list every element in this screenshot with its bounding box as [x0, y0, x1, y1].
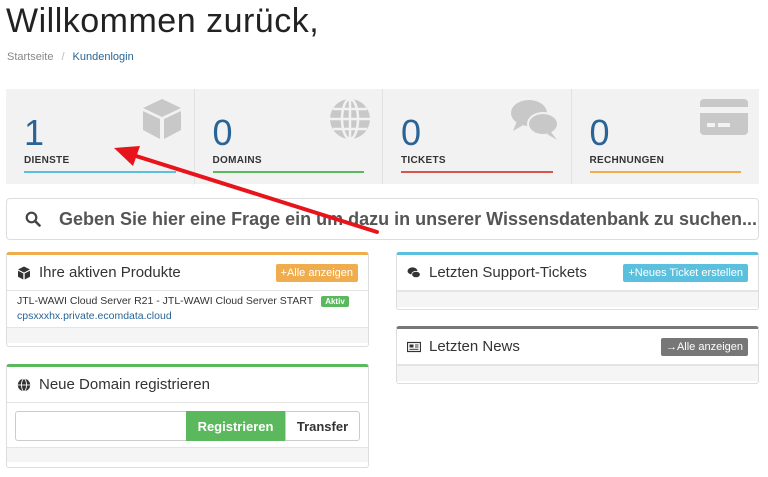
cube-icon — [142, 99, 181, 139]
cube-icon — [18, 266, 30, 279]
domain-register-footer — [7, 447, 368, 462]
news-footer — [397, 365, 758, 381]
news-panel: Letzten News →Alle anzeigen — [396, 326, 759, 384]
support-tickets-footer — [397, 291, 758, 307]
domain-input[interactable] — [15, 411, 186, 441]
globe-icon — [330, 97, 370, 141]
page-title: Willkommen zurück, — [6, 2, 320, 40]
stat-invoices-bar — [589, 171, 741, 173]
breadcrumb-separator: / — [61, 51, 65, 63]
active-products-title: Ihre aktiven Produkte — [39, 264, 181, 281]
view-all-products-button[interactable]: +Alle anzeigen — [275, 263, 358, 282]
news-header: Letzten News →Alle anzeigen — [397, 329, 758, 365]
domain-register-title: Neue Domain registrieren — [39, 376, 210, 393]
stat-domains[interactable]: 0 DOMAINS — [195, 89, 383, 184]
stat-tickets-bar — [401, 171, 553, 173]
stat-domains-bar — [212, 171, 364, 173]
product-list: JTL-WAWI Cloud Server R21 - JTL-WAWI Clo… — [7, 291, 368, 327]
stat-invoices-count: 0 — [589, 112, 610, 153]
knowledgebase-search[interactable]: Geben Sie hier eine Frage ein um dazu in… — [6, 198, 759, 240]
stat-invoices-label: RECHNUNGEN — [589, 155, 665, 166]
stat-services[interactable]: 1 DIENSTE — [6, 89, 195, 184]
status-badge: Aktiv — [321, 295, 349, 307]
register-button[interactable]: Registrieren — [186, 411, 285, 441]
domain-form: Registrieren Transfer — [7, 403, 368, 447]
stat-domains-label: DOMAINS — [212, 155, 262, 166]
active-products-panel: Ihre aktiven Produkte +Alle anzeigen JTL… — [6, 252, 369, 347]
domain-register-panel: Neue Domain registrieren Registrieren Tr… — [6, 364, 369, 468]
product-name: JTL-WAWI Cloud Server R21 - JTL-WAWI Clo… — [17, 295, 314, 307]
view-all-products-label: Alle anzeigen — [286, 266, 353, 279]
news-title: Letzten News — [429, 338, 520, 355]
product-item[interactable]: JTL-WAWI Cloud Server R21 - JTL-WAWI Clo… — [17, 295, 358, 307]
stat-services-count: 1 — [24, 112, 45, 153]
search-input[interactable]: Geben Sie hier eine Frage ein um dazu in… — [59, 209, 757, 230]
stat-services-bar — [24, 171, 176, 173]
stats-bar: 1 DIENSTE 0 DOMAINS 0 TICKETS 0 RECHNUNG… — [6, 89, 759, 184]
newspaper-icon — [407, 341, 421, 352]
view-all-news-button[interactable]: →Alle anzeigen — [660, 337, 748, 356]
view-all-news-label: Alle anzeigen — [676, 340, 743, 353]
support-tickets-panel: Letzten Support-Tickets +Neues Ticket er… — [396, 252, 759, 310]
transfer-button[interactable]: Transfer — [285, 411, 360, 441]
stat-invoices[interactable]: 0 RECHNUNGEN — [572, 89, 760, 184]
credit-card-icon — [700, 99, 748, 135]
domain-register-header: Neue Domain registrieren — [7, 367, 368, 403]
stat-tickets-label: TICKETS — [401, 155, 446, 166]
active-products-footer — [7, 327, 368, 343]
active-products-header: Ihre aktiven Produkte +Alle anzeigen — [7, 255, 368, 291]
support-tickets-header: Letzten Support-Tickets +Neues Ticket er… — [397, 255, 758, 291]
new-ticket-button[interactable]: +Neues Ticket erstellen — [623, 263, 748, 282]
globe-icon — [17, 377, 31, 392]
support-tickets-title: Letzten Support-Tickets — [429, 264, 587, 281]
product-hostname[interactable]: cpsxxxhx.private.ecomdata.cloud — [17, 310, 358, 322]
new-ticket-label: Neues Ticket erstellen — [634, 266, 743, 279]
breadcrumb-home[interactable]: Startseite — [7, 51, 53, 63]
comments-icon — [407, 266, 421, 278]
stat-services-label: DIENSTE — [24, 155, 70, 166]
comments-icon — [510, 100, 559, 140]
stat-tickets-count: 0 — [401, 112, 422, 153]
breadcrumb: Startseite / Kundenlogin — [7, 51, 134, 63]
stat-domains-count: 0 — [212, 112, 233, 153]
search-icon — [25, 211, 41, 227]
stat-tickets[interactable]: 0 TICKETS — [383, 89, 572, 184]
breadcrumb-current[interactable]: Kundenlogin — [73, 51, 134, 63]
